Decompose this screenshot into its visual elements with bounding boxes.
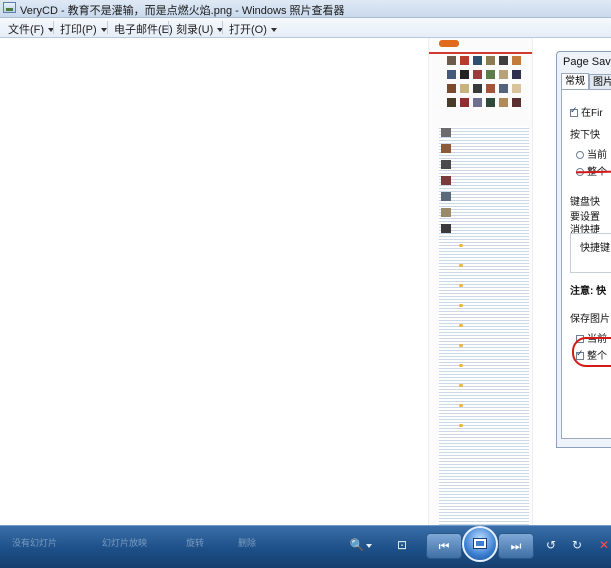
menu-burn[interactable]: 刻录(U) [176, 21, 224, 37]
dialog-panel: 在Fir 按下快 当前 整个 键盘快 要设置 消快捷 快捷键 注意: 快 保存图… [561, 89, 611, 439]
fit-window-button[interactable]: ⊡ [392, 533, 412, 559]
zoom-magnifier-icon: 🔍 [349, 538, 365, 552]
ghost-labels: 没有幻灯片 幻灯片放映 旋转 删除 [6, 532, 306, 562]
window-title: VeryCD - 教育不是灌输，而是点燃火焰.png - Windows 照片查… [20, 5, 345, 17]
section-shortcut-heading: 按下快 [570, 130, 600, 141]
section-keyboard-heading: 键盘快 [570, 197, 600, 208]
ghost-label: 旋转 [186, 538, 205, 548]
menu-separator [53, 21, 54, 34]
window-titlebar: VeryCD - 教育不是灌输，而是点燃火焰.png - Windows 照片查… [0, 0, 611, 18]
photo-viewer-icon [3, 2, 16, 13]
radio-current-row[interactable]: 当前 [576, 146, 607, 161]
zoom-button[interactable]: 🔍 [346, 533, 376, 559]
previous-image-icon: ⏮ [438, 539, 450, 553]
shortcut-field-label: 快捷键 [580, 243, 610, 254]
option-firefox-row[interactable]: 在Fir [570, 104, 603, 119]
page-saver-dialog: Page Saver 常规 图片 在Fir 按下快 当前 整个 键盘快 要设置 … [556, 51, 611, 448]
tab-image[interactable]: 图片 [589, 74, 611, 90]
radio-icon [576, 151, 584, 160]
delete-icon: ✕ [598, 538, 610, 552]
menu-bar: 文件(F) 打印(P) 电子邮件(E) 刻录(U) 打开(O) [0, 18, 611, 38]
viewer-toolbar: 没有幻灯片 幻灯片放映 旋转 删除 🔍 ⊡ ⏮ ⏭ ↺ ↻ ✕ [0, 525, 611, 568]
menu-file[interactable]: 文件(F) [8, 21, 55, 37]
option-firefox-label: 在Fir [581, 108, 603, 119]
rotate-ccw-button[interactable]: ↺ [542, 533, 560, 559]
chevron-down-icon [100, 28, 107, 33]
site-logo [439, 40, 459, 47]
next-button[interactable]: ⏭ [498, 533, 534, 559]
chevron-down-icon [270, 28, 277, 33]
menu-print-label: 打印(P) [60, 24, 97, 36]
red-circle-annotation [572, 337, 611, 367]
webpage-screenshot-image [428, 38, 533, 525]
slideshow-icon [473, 538, 487, 549]
ghost-label: 没有幻灯片 [12, 538, 58, 548]
menu-open[interactable]: 打开(O) [229, 21, 277, 37]
menu-separator [107, 21, 108, 34]
radio-current-label: 当前 [587, 150, 607, 161]
menu-email-label: 电子邮件(E) [114, 24, 173, 36]
article-list [439, 126, 529, 525]
note-text: 注意: 快 [570, 286, 607, 297]
menu-burn-label: 刻录(U) [176, 24, 214, 36]
delete-button[interactable]: ✕ [597, 533, 611, 559]
image-gallery [447, 54, 527, 120]
dialog-tabbar: 常规 图片 [561, 73, 611, 91]
checkbox-icon [570, 105, 578, 118]
menu-open-label: 打开(O) [229, 24, 267, 36]
rotate-clockwise-icon: ↻ [571, 538, 583, 552]
slideshow-button[interactable] [462, 526, 498, 562]
rotate-counterclockwise-icon: ↺ [545, 538, 557, 552]
menu-print[interactable]: 打印(P) [60, 21, 107, 37]
ghost-label: 删除 [238, 538, 257, 548]
section-save-heading: 保存图片 [570, 314, 610, 325]
next-image-icon: ⏭ [510, 539, 522, 553]
rotate-cw-button[interactable]: ↻ [568, 533, 586, 559]
previous-button[interactable]: ⏮ [426, 533, 462, 559]
menu-separator [168, 21, 169, 34]
menu-email[interactable]: 电子邮件(E) [114, 21, 173, 37]
dialog-title: Page Saver [563, 56, 611, 68]
fit-to-window-icon: ⊡ [396, 538, 408, 552]
menu-separator [222, 21, 223, 34]
menu-file-label: 文件(F) [8, 24, 45, 36]
ghost-label: 幻灯片放映 [102, 538, 148, 548]
chevron-down-icon [366, 543, 373, 548]
